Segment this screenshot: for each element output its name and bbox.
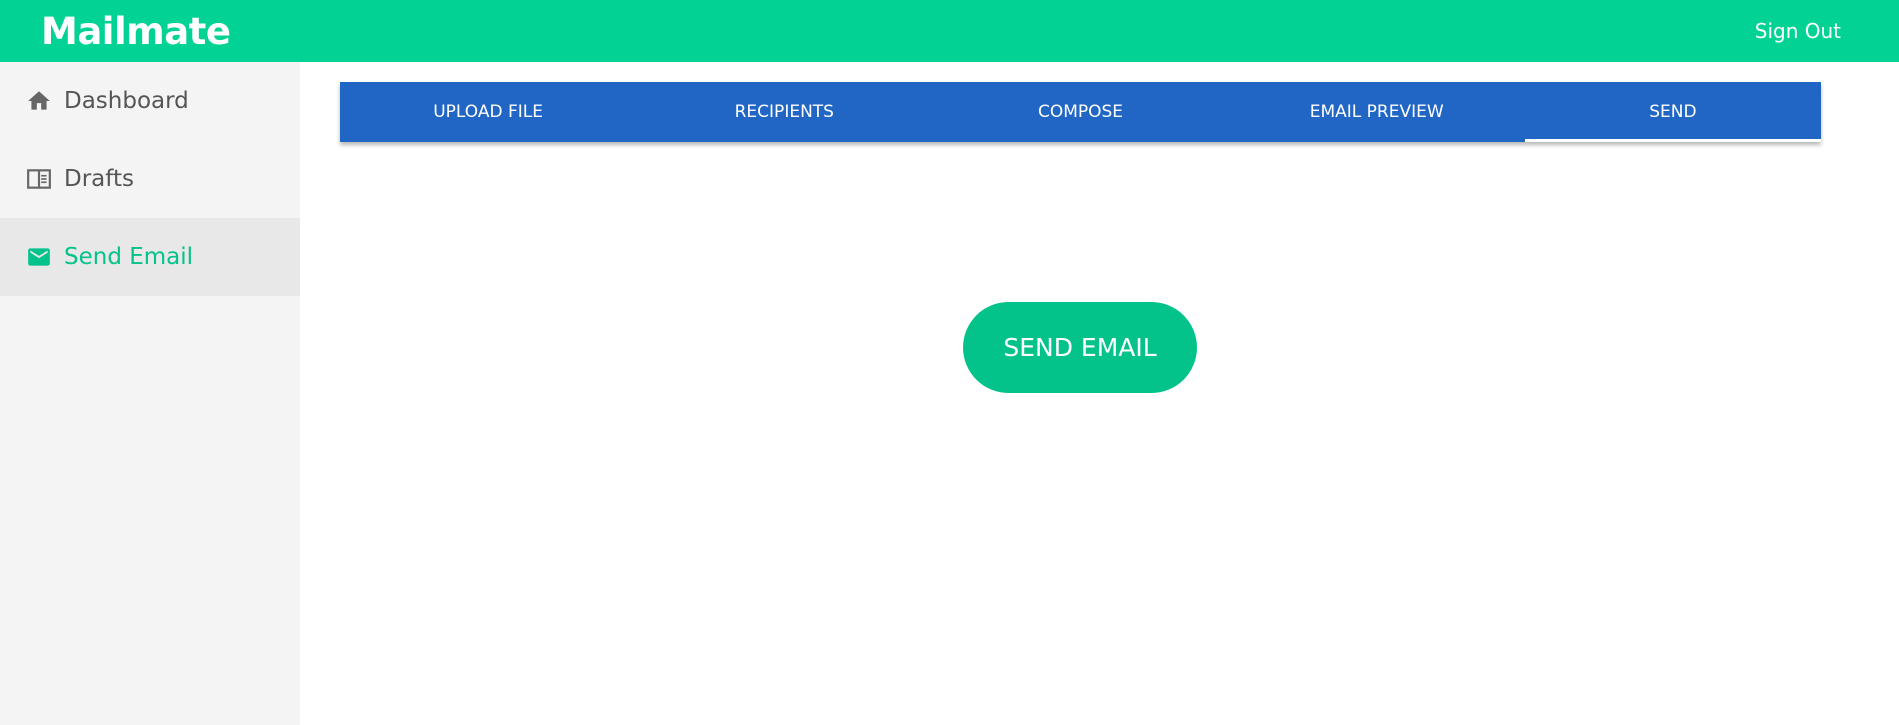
sidebar-item-label: Dashboard <box>64 88 189 114</box>
mail-icon <box>25 243 53 271</box>
step-tabs: UPLOAD FILE RECIPIENTS COMPOSE EMAIL PRE… <box>340 82 1822 142</box>
top-app-bar: Mailmate Sign Out <box>0 0 1899 62</box>
sign-out-link[interactable]: Sign Out <box>1755 19 1841 43</box>
sidebar-item-send-email[interactable]: Send Email <box>0 218 300 296</box>
tab-compose[interactable]: COMPOSE <box>932 82 1228 142</box>
sidebar-item-drafts[interactable]: Drafts <box>0 140 300 218</box>
sidebar-item-label: Drafts <box>64 166 134 192</box>
tab-upload-file[interactable]: UPLOAD FILE <box>340 82 636 142</box>
app-logo-title: Mailmate <box>41 9 231 53</box>
send-email-button[interactable]: SEND EMAIL <box>963 302 1197 393</box>
sidebar: Dashboard Drafts Send Email <box>0 62 300 725</box>
tab-recipients[interactable]: RECIPIENTS <box>636 82 932 142</box>
home-icon <box>25 87 53 115</box>
sidebar-item-label: Send Email <box>64 244 194 270</box>
drafts-icon <box>25 165 53 193</box>
main-content: UPLOAD FILE RECIPIENTS COMPOSE EMAIL PRE… <box>300 62 1899 725</box>
tab-send[interactable]: SEND <box>1524 82 1822 142</box>
sidebar-item-dashboard[interactable]: Dashboard <box>0 62 300 140</box>
tab-email-preview[interactable]: EMAIL PREVIEW <box>1229 82 1525 142</box>
